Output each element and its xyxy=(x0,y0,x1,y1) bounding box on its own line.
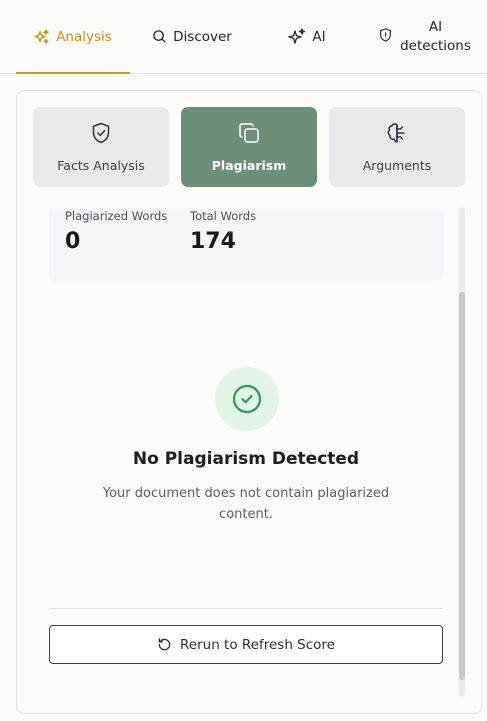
plagiarized-words-label: Plagiarized Words xyxy=(65,209,168,223)
word-stats-card: Plagiarized Words 0 Total Words 174 xyxy=(49,209,443,281)
segment-facts-label: Facts Analysis xyxy=(57,158,145,173)
segment-arguments[interactable]: Arguments xyxy=(329,107,465,187)
segment-plagiarism[interactable]: Plagiarism xyxy=(181,107,317,187)
tab-analysis[interactable]: Analysis xyxy=(16,0,130,74)
plagiarism-content: Plagiarized Words 0 Total Words 174 No P… xyxy=(49,209,443,679)
total-words-label: Total Words xyxy=(190,209,257,223)
plagiarized-words-stat: Plagiarized Words 0 xyxy=(65,209,167,254)
segment-plagiarism-label: Plagiarism xyxy=(211,158,287,173)
tab-ai[interactable]: AI xyxy=(262,0,352,73)
search-icon xyxy=(152,29,167,44)
segment-facts-analysis[interactable]: Facts Analysis xyxy=(33,107,169,187)
total-words-stat: Total Words 174 xyxy=(190,209,256,254)
brain-icon xyxy=(386,121,408,145)
tab-analysis-label: Analysis xyxy=(56,28,112,45)
rerun-button-label: Rerun to Refresh Score xyxy=(180,636,335,653)
segment-arguments-label: Arguments xyxy=(362,158,432,173)
tab-ai-label: AI xyxy=(312,28,326,45)
analysis-panel: Facts Analysis Plagiarism Arguments Plag… xyxy=(16,90,482,714)
ai-sparkles-icon xyxy=(288,27,306,46)
shield-alert-icon xyxy=(379,27,392,42)
refresh-icon xyxy=(157,637,172,652)
top-tab-bar: Analysis Discover AI AI detections xyxy=(0,0,487,74)
scrollbar-thumb[interactable] xyxy=(459,292,465,680)
copy-icon xyxy=(238,121,260,145)
sparkles-icon xyxy=(34,28,50,45)
shield-check-icon xyxy=(91,121,111,145)
total-words-value: 174 xyxy=(190,229,236,254)
tab-discover-label: Discover xyxy=(173,28,232,45)
result-title: No Plagiarism Detected xyxy=(132,449,360,469)
rerun-button[interactable]: Rerun to Refresh Score xyxy=(49,625,443,664)
divider xyxy=(49,608,443,609)
plagiarized-words-value: 0 xyxy=(65,229,81,254)
tab-ai-detections-label: AI detections xyxy=(400,18,471,56)
tab-discover[interactable]: Discover xyxy=(140,0,244,73)
tab-ai-detections-line2: detections xyxy=(400,37,471,54)
tab-ai-detections-line1: AI xyxy=(428,18,443,35)
scrollbar-track[interactable] xyxy=(459,207,465,697)
tab-ai-detections[interactable]: AI detections xyxy=(370,0,480,73)
success-check-icon xyxy=(215,367,279,431)
result-description: Your document does not contain plagiariz… xyxy=(102,486,390,522)
